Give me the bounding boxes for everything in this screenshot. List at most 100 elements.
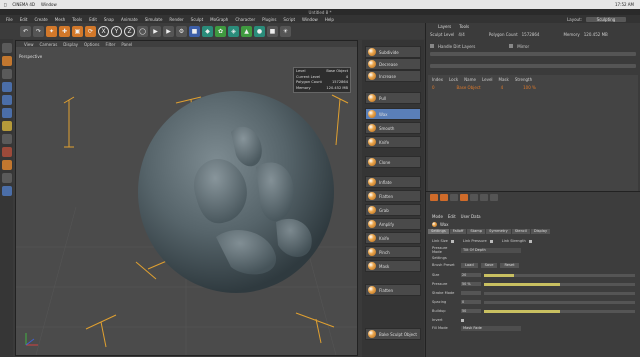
menu-edit[interactable]: Edit [448,214,456,219]
tweak-mode-icon[interactable] [1,134,12,144]
attribute-tab[interactable]: Stencil [511,229,530,234]
param-value[interactable]: 20 [461,272,481,278]
polygons-mode-icon[interactable] [1,108,12,118]
attribute-tab[interactable]: Symmetry [486,229,511,234]
preset-button[interactable]: Load [461,262,478,268]
sculpt-brush-button[interactable]: Grab [365,204,421,216]
param-slider[interactable] [484,309,635,313]
undo-icon[interactable]: ↶ [20,25,31,37]
sculpt-icon[interactable] [1,186,12,196]
render-view-icon[interactable]: ▶ [150,25,161,37]
strength-slider[interactable] [430,52,636,56]
texture-mode-icon[interactable] [1,69,12,79]
sculpt-brush-button[interactable]: Knife [365,136,421,148]
viewport-menu-item[interactable]: Display [63,42,78,47]
viewport-menu-item[interactable]: Options [84,42,99,47]
coordinate-system-icon[interactable]: ◯ [137,25,148,37]
sculpt-top-button[interactable]: Increase [365,70,421,82]
app-menu-item[interactable]: Character [235,17,255,22]
link-checkbox[interactable] [528,239,532,243]
move-icon[interactable]: ✚ [59,25,70,37]
sculpt-brush-button[interactable]: Pinch [365,246,421,258]
sculpt-brush-button[interactable]: Knife [365,232,421,244]
sculpt-extra-button[interactable]: Bake Sculpt Object [365,328,421,340]
apple-icon[interactable]:  [4,2,6,7]
app-menu-item[interactable]: Script [283,17,295,22]
tool-icon-6[interactable] [480,194,488,201]
z-axis-icon[interactable]: Z [124,25,135,37]
tool-icon-1[interactable] [430,194,438,201]
app-menu-item[interactable]: Render [169,17,183,22]
layer-row-base[interactable]: 0 Base Object 4 100 % [432,85,536,90]
viewport-menu-item[interactable]: View [24,42,34,47]
light-icon[interactable]: ☀ [280,25,291,37]
attribute-tab[interactable]: Falloff [449,229,467,234]
sculpt-brush-button[interactable]: Mask [365,260,421,272]
tool-icon-4[interactable] [460,194,468,201]
param-value[interactable]: 0 [461,299,481,305]
menu-mode[interactable]: Mode [432,214,443,219]
viewport-menu-item[interactable]: Cameras [40,42,58,47]
tool-icon-7[interactable] [490,194,498,201]
x-axis-icon[interactable]: X [98,25,109,37]
param-slider[interactable] [484,273,635,277]
array-icon[interactable]: ✿ [215,25,226,37]
app-menu-item[interactable]: Tools [72,17,82,22]
axis-mode-icon[interactable] [1,121,12,131]
app-menu-item[interactable]: Help [325,17,334,22]
deformer-icon[interactable]: ◈ [228,25,239,37]
app-menu-item[interactable]: Mesh [55,17,66,22]
pressure-mode-dropdown[interactable]: Tilt Of Depth [461,247,521,253]
viewport-canvas[interactable]: Level Base Object Current Level 4 Polygon Co… [16,47,357,356]
app-menu-item[interactable]: Animate [121,17,138,22]
handle-checkbox[interactable] [430,44,434,48]
y-axis-icon[interactable]: Y [111,25,122,37]
viewport-menu-item[interactable]: Filter [105,42,115,47]
param-slider[interactable] [484,282,635,286]
render-settings-icon[interactable]: ⚙ [176,25,187,37]
invert-checkbox[interactable] [461,318,464,322]
menubar-app[interactable]: CINEMA 4D [12,2,35,7]
sculpt-brush-button[interactable]: Inflate [365,176,421,188]
subdivision-icon[interactable]: ◆ [202,25,213,37]
redo-icon[interactable]: ↷ [33,25,44,37]
tab-layers[interactable]: Layers [438,24,451,29]
snapping-icon[interactable] [1,147,12,157]
app-menu-item[interactable]: File [6,17,13,22]
environment-icon[interactable]: ● [254,25,265,37]
make-editable-icon[interactable] [1,43,12,53]
sculpt-brush-button[interactable]: Pull [365,92,421,104]
edges-mode-icon[interactable] [1,95,12,105]
app-menu-item[interactable]: Sculpt [191,17,204,22]
sculpt-brush-button[interactable]: Clone [365,156,421,168]
app-menu-item[interactable]: Window [302,17,318,22]
live-select-icon[interactable]: ✦ [46,25,57,37]
lock-icon[interactable] [1,173,12,183]
menu-user-data[interactable]: User Data [461,214,481,219]
param-value[interactable] [461,290,481,296]
app-menu-item[interactable]: Edit [20,17,28,22]
scene-icon[interactable]: ▲ [241,25,252,37]
param-slider[interactable] [484,291,635,295]
tab-tools[interactable]: Tools [459,24,469,29]
points-mode-icon[interactable] [1,82,12,92]
layout-dropdown[interactable]: Sculpting [586,16,626,22]
viewport-menu-item[interactable]: Panel [121,42,132,47]
app-menu-item[interactable]: Plugins [262,17,276,22]
sculpt-brush-button[interactable]: Smooth [365,122,421,134]
tool-icon-2[interactable] [440,194,448,201]
mirror-checkbox[interactable] [509,44,514,48]
cube-icon[interactable]: ■ [189,25,200,37]
workplane-icon[interactable] [1,160,12,170]
app-menu-item[interactable]: Snap [104,17,114,22]
attribute-tab[interactable]: Display [530,229,551,234]
app-menu-item[interactable]: Edit [89,17,97,22]
attribute-tab[interactable]: Stamp [467,229,486,234]
model-mode-icon[interactable] [1,56,12,66]
app-menu-item[interactable]: Create [34,17,47,22]
preset-button[interactable]: Reset [500,262,519,268]
preset-button[interactable]: Save [480,262,498,268]
layer-slider[interactable] [430,64,636,68]
camera-icon[interactable]: ■ [267,25,278,37]
sculpt-brush-button[interactable]: Amplify [365,218,421,230]
